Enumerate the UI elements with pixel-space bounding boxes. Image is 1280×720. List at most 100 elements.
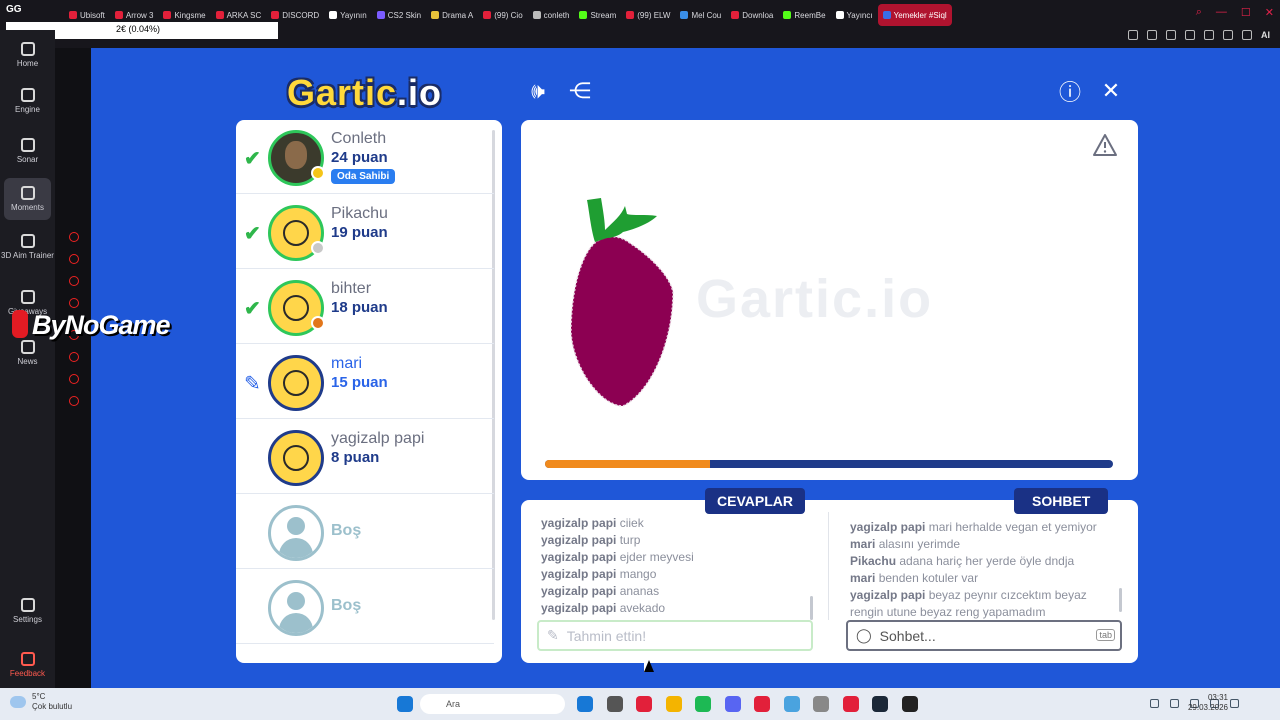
report-warning-icon[interactable] — [1092, 132, 1118, 158]
engine-icon — [20, 88, 35, 102]
player-row[interactable]: Boş — [236, 495, 494, 569]
clock[interactable]: 03:31 29.03.2026 — [1188, 693, 1228, 713]
taskbar-app-icon[interactable] — [665, 696, 682, 712]
tab-favicon-icon — [731, 11, 740, 19]
browser-tab[interactable]: Yemekler #Siql — [877, 4, 952, 26]
ai-button[interactable]: AI — [1261, 30, 1270, 40]
message-text: avekado — [619, 601, 666, 615]
tab-favicon-icon — [783, 11, 792, 19]
tab-label: ARKA SC — [226, 10, 262, 20]
browser-tab[interactable]: conleth — [528, 4, 575, 26]
sidebar-item-home[interactable]: Home — [0, 42, 55, 68]
quick-icon[interactable] — [69, 396, 79, 406]
quick-icon[interactable] — [69, 254, 79, 264]
player-score: 18 puan — [331, 299, 388, 316]
minimize-icon[interactable]: — — [1216, 6, 1227, 19]
player-row[interactable]: ✔ Conleth 24 puan Oda Sahibi — [236, 120, 494, 194]
taskbar-app-icon[interactable] — [842, 696, 859, 712]
search-tabs-icon[interactable]: ⌕ — [1196, 6, 1202, 19]
tab-label: (99) Cio — [494, 10, 523, 20]
sidebar-item-moments[interactable]: Moments — [4, 178, 51, 220]
status-dot — [311, 166, 325, 180]
guess-input[interactable]: ✎ Tahmin ettin! — [537, 620, 813, 651]
taskbar-app-icon[interactable] — [872, 696, 888, 712]
maximize-icon[interactable]: ☐ — [1241, 6, 1251, 19]
browser-tab[interactable]: (99) ELW — [621, 4, 675, 26]
profile-icon[interactable] — [1242, 30, 1252, 40]
taskbar-app-icon[interactable] — [636, 696, 652, 712]
taskbar-app-icon[interactable] — [695, 696, 711, 712]
drawing-canvas[interactable]: Gartic.io — [521, 120, 1138, 480]
browser-tab[interactable]: Yayıncı — [831, 4, 878, 26]
player-score: 24 puan — [331, 149, 388, 166]
battery-icon[interactable] — [1230, 699, 1239, 708]
panel-divider — [828, 512, 829, 620]
player-name: Boş — [331, 597, 362, 614]
quick-icon[interactable] — [69, 352, 79, 362]
answers-tab[interactable]: CEVAPLAR — [705, 488, 805, 514]
sidebar-item-feedback[interactable]: Feedback — [0, 652, 55, 678]
tray-chevron-icon[interactable] — [1150, 699, 1159, 708]
taskbar-app-icon[interactable] — [724, 696, 741, 712]
weather-widget[interactable]: 5°C Çok bulutlu — [32, 692, 72, 712]
sound-icon[interactable]: 🕪 — [525, 78, 551, 104]
extensions-icon[interactable] — [1223, 30, 1233, 40]
clock-time: 03:31 — [1207, 693, 1228, 702]
tray-app-icon[interactable] — [1170, 699, 1179, 708]
chat-scrollbar[interactable] — [1119, 588, 1122, 612]
round-timer-fill — [545, 460, 710, 468]
sidebar-item-news[interactable]: News — [0, 340, 55, 366]
share-icon[interactable]: ⋲ — [567, 78, 593, 104]
close-icon[interactable]: ✕ — [1098, 78, 1124, 104]
message-user: yagizalp papi — [541, 533, 617, 547]
sidebar-item-sonar[interactable]: Sonar — [0, 138, 55, 164]
shield-icon[interactable] — [1166, 30, 1176, 40]
sidebar-item-engine[interactable]: Engine — [0, 88, 55, 114]
play-icon[interactable] — [1185, 30, 1195, 40]
player-row[interactable]: ✎ mari 15 puan — [236, 345, 494, 419]
answers-scrollbar[interactable] — [810, 596, 813, 620]
browser-tab[interactable]: Yayının — [324, 4, 372, 26]
tab-label: Downloa — [742, 10, 774, 20]
tab-favicon-icon — [680, 11, 689, 19]
browser-tab[interactable]: Downloa — [726, 4, 778, 26]
taskbar-app-icon[interactable] — [606, 696, 623, 712]
browser-tab[interactable]: (99) Cio — [478, 4, 527, 26]
quick-icon[interactable] — [69, 276, 79, 286]
chat-input[interactable]: ◯ Sohbet... tab — [846, 620, 1122, 651]
quick-icon[interactable] — [69, 298, 79, 308]
quick-icon[interactable] — [69, 374, 79, 384]
bookmark-icon[interactable] — [1147, 30, 1157, 40]
taskbar-app-icon[interactable] — [577, 696, 593, 712]
silhouette-head-icon — [287, 517, 305, 535]
taskbar-app-icon[interactable] — [754, 696, 770, 712]
message-text: ciiek — [619, 516, 644, 530]
heart-icon[interactable] — [1204, 30, 1214, 40]
message-user: yagizalp papi — [541, 550, 617, 564]
browser-tab[interactable]: CS2 Skin — [372, 4, 426, 26]
sonar-icon — [20, 138, 35, 152]
clock-date: 29.03.2026 — [1187, 703, 1228, 712]
taskbar-app-icon[interactable] — [813, 696, 829, 712]
info-icon[interactable]: ⓘ — [1057, 78, 1083, 105]
quick-icon[interactable] — [69, 232, 79, 242]
chat-tab[interactable]: SOHBET — [1014, 488, 1109, 514]
player-row[interactable]: Boş — [236, 570, 494, 644]
message-line: yagizalp papi beyaz peynır cızcektım bey… — [850, 587, 1120, 621]
player-row[interactable]: ✔ Pikachu 19 puan — [236, 195, 494, 269]
sidebar-item-settings[interactable]: Settings — [0, 598, 55, 624]
browser-tab[interactable]: Stream — [574, 4, 621, 26]
browser-tab[interactable]: Drama A — [426, 4, 478, 26]
taskbar-app-icon[interactable] — [783, 696, 800, 712]
pin-icon[interactable] — [1128, 30, 1138, 40]
logo-suffix: .io — [397, 72, 443, 113]
taskbar-app-icon[interactable] — [901, 696, 918, 712]
player-row[interactable]: ✔ bihter 18 puan — [236, 270, 494, 344]
browser-tab[interactable]: Mel Cou — [675, 4, 726, 26]
close-window-icon[interactable]: ✕ — [1265, 6, 1274, 19]
player-row[interactable]: yagizalp papi 8 puan — [236, 420, 494, 494]
sidebar-item-aim-trainer[interactable]: 3D Aim Trainer — [0, 234, 55, 260]
chat-list: yagizalp papi mari herhalde vegan et yem… — [850, 519, 1120, 621]
browser-tab[interactable]: ReemBe — [778, 4, 830, 26]
tab-favicon-icon — [835, 11, 844, 19]
